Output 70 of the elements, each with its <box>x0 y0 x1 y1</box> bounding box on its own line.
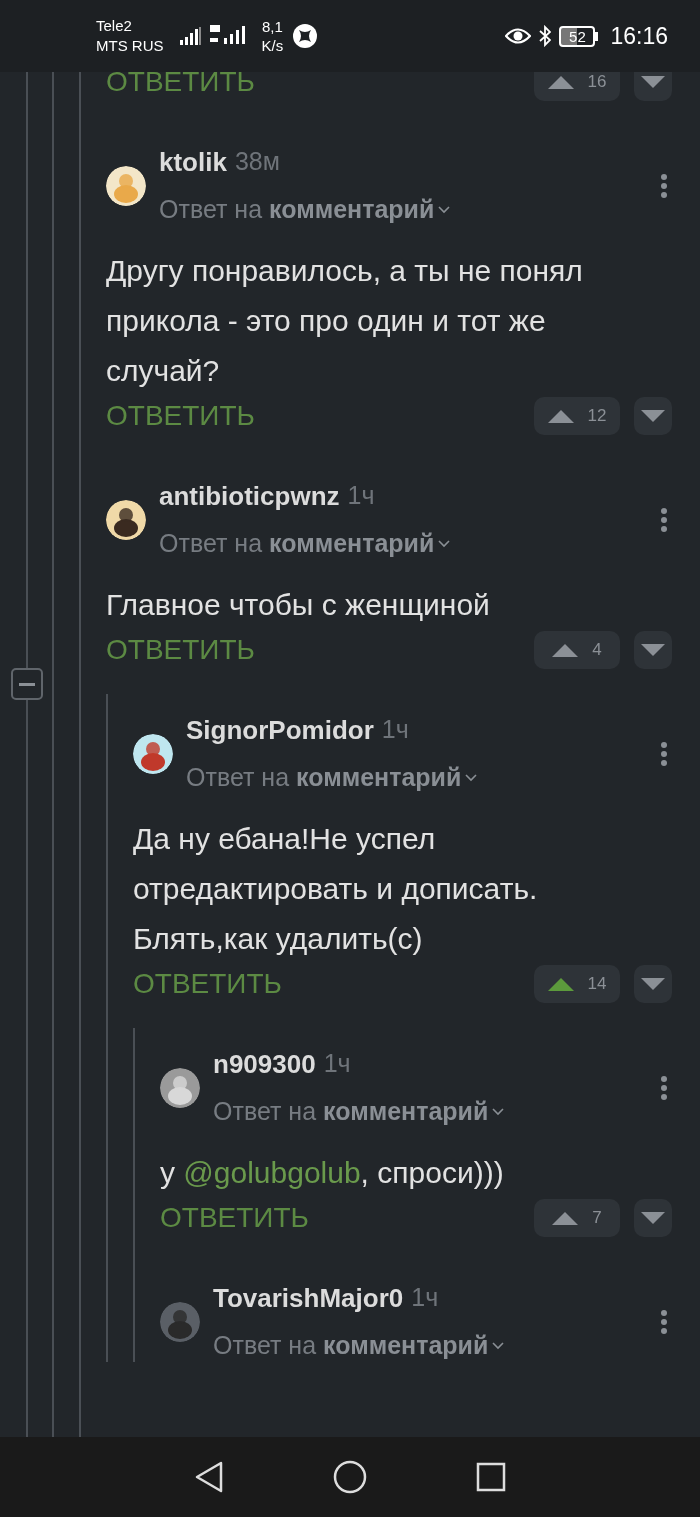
more-options-icon[interactable] <box>660 1309 668 1335</box>
reply-to-label: Ответ на <box>159 194 263 226</box>
chevron-down-icon <box>465 774 478 782</box>
timestamp: 1ч <box>347 480 375 512</box>
more-options-icon[interactable] <box>660 173 668 199</box>
more-options-icon[interactable] <box>660 1075 668 1101</box>
reply-to-label: Ответ на <box>186 762 290 794</box>
carrier-name: Tele2 <box>96 16 133 36</box>
timestamp: 1ч <box>381 714 409 746</box>
downvote-button[interactable] <box>634 72 672 101</box>
timestamp: 1ч <box>411 1282 439 1314</box>
reply-to-label: Ответ на <box>213 1330 317 1362</box>
downvote-button[interactable] <box>634 631 672 669</box>
parent-comment-link[interactable]: комментарий <box>296 759 478 797</box>
chevron-down-icon <box>492 1108 505 1116</box>
down-triangle-icon <box>641 410 665 422</box>
carrier-name: MTS RUS <box>96 36 164 56</box>
downvote-button[interactable] <box>634 965 672 1003</box>
parent-comment-link[interactable]: комментарий <box>323 1327 505 1365</box>
down-triangle-icon <box>641 1212 665 1224</box>
reply-to-label: Ответ на <box>159 528 263 560</box>
comment-text: Главное чтобы с женщиной <box>106 587 491 623</box>
comment-text: Да ну ебана!Не успел отредактировать и дописать. Блять,как удалить(с) <box>133 821 539 957</box>
chevron-down-icon <box>438 206 451 214</box>
reply-link[interactable]: ОТВЕТИТЬ <box>106 72 255 96</box>
downvote-button[interactable] <box>634 397 672 435</box>
comment-text: Другу понравилось, а ты не понял прикола - это про один и тот же случай? <box>106 253 584 389</box>
network-speed: 8,1 <box>261 17 283 36</box>
upvote-button[interactable]: 16 <box>534 72 620 101</box>
upvote-button[interactable]: 4 <box>534 631 620 669</box>
reply-link[interactable]: ОТВЕТИТЬ <box>160 1204 309 1232</box>
collapse-thread-button[interactable] <box>11 668 43 700</box>
down-triangle-icon <box>641 76 665 88</box>
reply-link[interactable]: ОТВЕТИТЬ <box>133 970 282 998</box>
upvote-button[interactable]: 7 <box>534 1199 620 1237</box>
reply-link[interactable]: ОТВЕТИТЬ <box>106 402 255 430</box>
upvote-button[interactable]: 14 <box>534 965 620 1003</box>
timestamp: 38м <box>234 146 280 178</box>
username[interactable]: n909300 <box>213 1044 316 1084</box>
down-triangle-icon <box>641 978 665 990</box>
signal-icon <box>179 27 202 45</box>
clock: 16:16 <box>610 21 668 51</box>
reply-to-label: Ответ на <box>213 1096 317 1128</box>
downvote-button[interactable] <box>634 1199 672 1237</box>
username[interactable]: SignorPomidor <box>186 710 374 750</box>
more-options-icon[interactable] <box>660 741 668 767</box>
parent-comment-link[interactable]: комментарий <box>323 1093 505 1131</box>
network-speed: K/s <box>261 36 284 55</box>
bluetooth-icon <box>539 25 552 47</box>
battery-indicator: 52 <box>559 25 599 47</box>
upvote-button[interactable]: 12 <box>534 397 620 435</box>
mention-link[interactable]: @golubgolub <box>183 1156 361 1189</box>
chevron-down-icon <box>438 540 451 548</box>
recent-apps-icon[interactable] <box>475 1462 506 1492</box>
parent-comment-link[interactable]: комментарий <box>269 525 451 563</box>
minus-icon <box>19 682 35 686</box>
reply-link[interactable]: ОТВЕТИТЬ <box>106 636 255 664</box>
app-notification-icon <box>293 24 318 48</box>
home-icon[interactable] <box>333 1460 367 1494</box>
down-triangle-icon <box>641 644 665 656</box>
chevron-down-icon <box>492 1342 505 1350</box>
username[interactable]: ktolik <box>159 142 227 182</box>
eye-icon <box>505 27 532 45</box>
timestamp: 1ч <box>323 1048 351 1080</box>
username[interactable]: antibioticpwnz <box>159 476 340 516</box>
more-options-icon[interactable] <box>660 507 668 533</box>
parent-comment-link[interactable]: комментарий <box>269 191 451 229</box>
comment-text: у @golubgolub, спроси))) <box>160 1155 505 1191</box>
back-icon[interactable] <box>194 1461 225 1493</box>
username[interactable]: TovarishMajor0 <box>213 1278 404 1318</box>
